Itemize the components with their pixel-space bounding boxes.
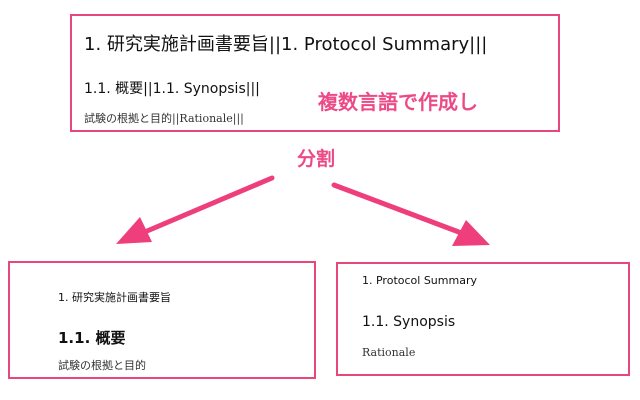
japanese-heading-1: 1. 研究実施計画書要旨: [58, 291, 171, 304]
english-output-document: 1. Protocol Summary 1.1. Synopsis Ration…: [336, 262, 630, 376]
japanese-heading-2: 1.1. 概要: [58, 329, 126, 347]
english-heading-1: 1. Protocol Summary: [362, 274, 477, 287]
japanese-body-text: 試験の根拠と目的: [58, 359, 146, 372]
english-body-text: Rationale: [362, 346, 416, 359]
english-heading-2: 1.1. Synopsis: [362, 314, 456, 330]
japanese-output-document: 1. 研究実施計画書要旨 1.1. 概要 試験の根拠と目的: [8, 261, 316, 379]
left-arrow: [116, 175, 275, 244]
right-arrow: [331, 182, 490, 246]
